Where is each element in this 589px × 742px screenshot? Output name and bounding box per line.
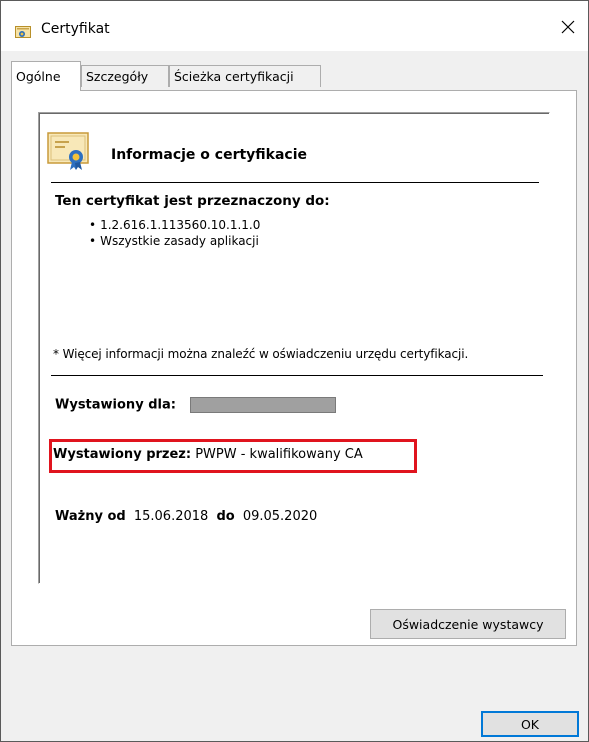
validity-row: Ważny od 15.06.2018 do 09.05.2020	[55, 509, 317, 524]
close-icon	[561, 19, 575, 38]
tab-label: Ścieżka certyfikacji	[174, 69, 294, 84]
tab-general[interactable]: Ogólne	[11, 61, 81, 91]
tab-label: Szczegóły	[86, 69, 149, 84]
tab-panel-general: Informacje o certyfikacie Ten certyfikat…	[11, 90, 577, 646]
button-label: OK	[520, 716, 540, 732]
valid-from-label: Ważny od	[55, 509, 126, 524]
more-info-note: * Więcej informacji można znaleźć w oświ…	[53, 347, 469, 361]
issued-to-row: Wystawiony dla:	[55, 397, 336, 413]
divider	[51, 182, 539, 183]
certificate-icon	[15, 25, 31, 39]
dialog-body: Ogólne Szczegóły Ścieżka certyfikacji In…	[1, 51, 588, 741]
close-button[interactable]	[554, 15, 582, 41]
issued-by-value: PWPW - kwalifikowany CA	[195, 447, 363, 462]
ok-button[interactable]: OK	[481, 711, 579, 737]
purpose-list: 1.2.616.1.113560.10.1.1.0 Wszystkie zasa…	[89, 217, 260, 249]
info-heading: Informacje o certyfikacie	[111, 147, 308, 163]
purpose-heading: Ten certyfikat jest przeznaczony do:	[55, 193, 330, 209]
window-title: Certyfikat	[41, 21, 110, 37]
issued-to-label: Wystawiony dla:	[55, 397, 176, 413]
certificate-dialog: Certyfikat Ogólne Szczegóły Ścieżka cert…	[0, 0, 589, 742]
issued-by-row: Wystawiony przez: PWPW - kwalifikowany C…	[53, 447, 363, 462]
list-item: Wszystkie zasady aplikacji	[89, 233, 260, 249]
title-bar[interactable]: Certyfikat	[1, 1, 588, 51]
issuer-statement-button[interactable]: Oświadczenie wystawcy	[370, 609, 566, 639]
redacted-field	[189, 397, 336, 413]
issued-by-label: Wystawiony przez:	[53, 447, 192, 462]
button-label: Oświadczenie wystawcy	[392, 616, 544, 632]
valid-to-label: do	[216, 509, 235, 524]
tab-strip: Ogólne Szczegóły Ścieżka certyfikacji	[11, 61, 581, 91]
tab-certification-path[interactable]: Ścieżka certyfikacji	[169, 65, 321, 87]
valid-to-value: 09.05.2020	[242, 509, 318, 524]
list-item: 1.2.616.1.113560.10.1.1.0	[89, 217, 260, 233]
certificate-info-frame: Informacje o certyfikacie Ten certyfikat…	[38, 112, 550, 584]
divider	[51, 375, 543, 376]
valid-from-value: 15.06.2018	[133, 509, 209, 524]
tab-label: Ogólne	[16, 69, 61, 84]
certificate-icon	[47, 131, 91, 171]
tab-details[interactable]: Szczegóły	[81, 65, 169, 87]
